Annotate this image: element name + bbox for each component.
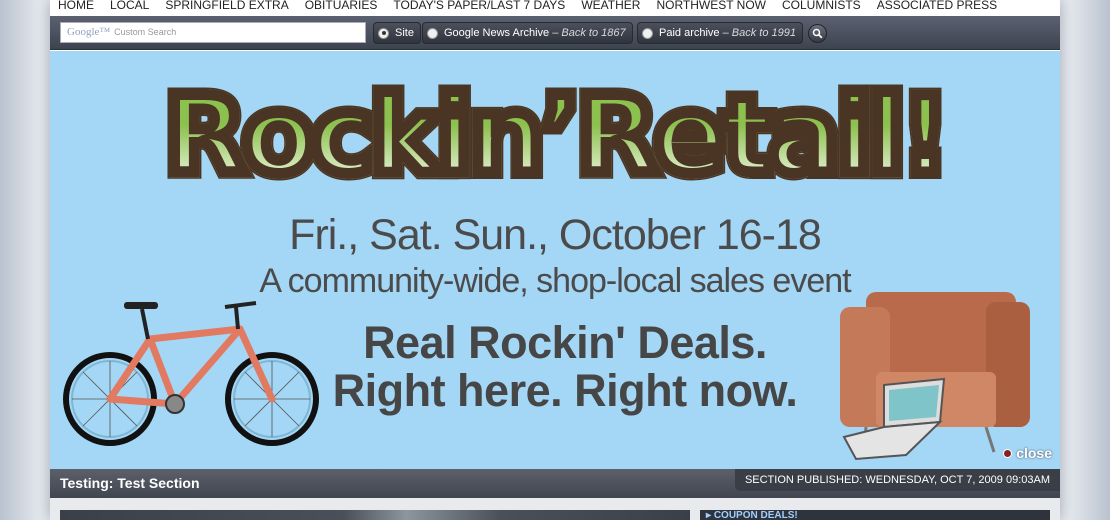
radio-icon[interactable] — [427, 27, 438, 39]
nav-weather[interactable]: WEATHER — [581, 0, 640, 12]
option-label: Site — [395, 27, 414, 39]
nav-home[interactable]: HOME — [58, 0, 94, 12]
rockin-retail-banner[interactable]: Rockin’Retail! Rockin’Retail! Fri., Sat.… — [50, 51, 1060, 469]
search-option-paid-archive[interactable]: Paid archive – Back to 1991 — [637, 22, 803, 44]
radio-icon[interactable] — [642, 27, 653, 39]
top-nav: HOME LOCAL SPRINGFIELD EXTRA OBITUARIES … — [50, 0, 1060, 15]
section-published-date: SECTION PUBLISHED: WEDNESDAY, OCT 7, 200… — [734, 469, 1060, 491]
option-label: Paid archive — [659, 27, 720, 39]
content-area: ▸ COUPON DEALS! — [50, 498, 1060, 520]
close-label: close — [1016, 445, 1052, 461]
nav-todays-paper[interactable]: TODAY'S PAPER/LAST 7 DAYS — [393, 0, 565, 12]
search-placeholder: Custom Search — [114, 27, 177, 37]
section-title: Testing: Test Section — [60, 475, 200, 491]
coupon-deals-link[interactable]: ▸ COUPON DEALS! — [700, 510, 1050, 520]
armchair-illustration — [840, 292, 1030, 461]
banner-headline: Rockin’Retail! — [50, 75, 1060, 196]
nav-obituaries[interactable]: OBITUARIES — [305, 0, 378, 12]
search-option-site[interactable]: Site — [373, 22, 421, 44]
featured-image[interactable] — [60, 510, 690, 520]
banner-close-button[interactable]: close — [1003, 445, 1052, 461]
nav-local[interactable]: LOCAL — [110, 0, 149, 12]
search-option-google-news-archive[interactable]: Google News Archive – Back to 1867 — [422, 22, 633, 44]
option-label: Google News Archive — [444, 27, 550, 39]
nav-springfield-extra[interactable]: SPRINGFIELD EXTRA — [165, 0, 288, 12]
nav-northwest-now[interactable]: NORTHWEST NOW — [656, 0, 766, 12]
magnifier-icon — [812, 28, 823, 39]
nav-columnists[interactable]: COLUMNISTS — [782, 0, 861, 12]
option-note: – Back to 1867 — [552, 27, 626, 39]
search-button[interactable] — [808, 24, 827, 43]
close-dot-icon — [1003, 448, 1013, 458]
deals-line-1: Real Rockin' Deals. — [363, 317, 767, 368]
search-bar: Google™ Custom Search Site Google News Ar… — [50, 16, 1060, 50]
page: HOME LOCAL SPRINGFIELD EXTRA OBITUARIES … — [50, 0, 1060, 520]
event-dates: Fri., Sat. Sun., October 16-18 — [289, 211, 822, 259]
google-logo: Google™ — [67, 26, 111, 38]
radio-selected-icon[interactable] — [378, 27, 389, 39]
search-input[interactable]: Google™ Custom Search — [60, 22, 366, 43]
nav-associated-press[interactable]: ASSOCIATED PRESS — [877, 0, 997, 12]
deals-line-2: Right here. Right now. — [332, 365, 798, 416]
section-header: Testing: Test Section SECTION PUBLISHED:… — [50, 469, 1060, 498]
option-note: – Back to 1991 — [722, 27, 796, 39]
coupon-deals-label: COUPON DEALS! — [713, 510, 798, 520]
bicycle-illustration — [63, 301, 319, 446]
